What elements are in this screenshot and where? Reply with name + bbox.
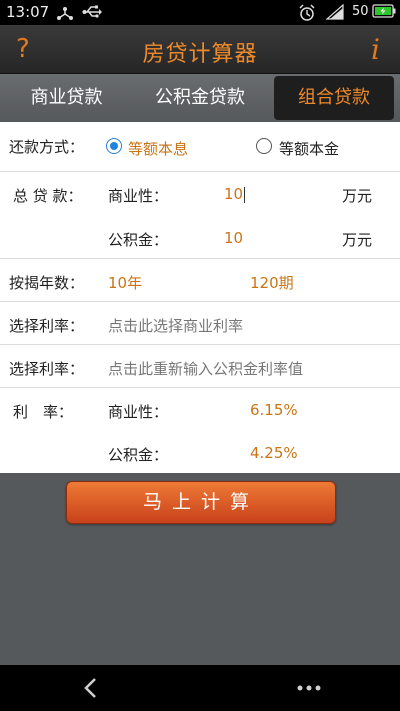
tab-fund-loan[interactable]: 公积金贷款 <box>133 74 267 122</box>
rate-fund-value: 4.25% <box>250 444 298 462</box>
fund-amount-input[interactable]: 10 <box>224 229 243 247</box>
more-options-icon[interactable] <box>296 684 322 692</box>
years-label: 按揭年数： <box>9 274 85 292</box>
repay-method-label: 还款方式： <box>9 138 85 156</box>
tab-commercial-loan[interactable]: 商业贷款 <box>0 74 133 122</box>
periods-value: 120期 <box>250 274 294 292</box>
rate-label: 利 率： <box>13 403 74 421</box>
rate-commercial-label: 商业性： <box>108 403 169 421</box>
commercial-amount-input[interactable]: 10 <box>224 185 246 203</box>
rate-input-label: 选择利率： <box>9 360 85 378</box>
fund-unit: 万元 <box>342 231 373 249</box>
loan-form: 还款方式： 等额本息 等额本金 总 贷 款： 商业性： 10 万元 公积金： 1… <box>0 122 400 473</box>
rate-commercial-value: 6.15% <box>250 401 298 419</box>
navigation-bar <box>0 665 400 711</box>
text-cursor <box>244 186 246 203</box>
fund-rate-input[interactable]: 点击此重新输入公积金利率值 <box>108 358 303 379</box>
wifi-signal-icon <box>326 4 344 20</box>
alarm-icon <box>299 4 315 21</box>
divider <box>0 258 400 259</box>
radio-equal-principal-label: 等额本金 <box>279 140 340 158</box>
status-bar: 13:07 50 <box>0 0 400 25</box>
divider <box>0 171 400 172</box>
radio-checked-icon[interactable] <box>106 138 122 154</box>
network-share-icon <box>57 7 73 20</box>
back-icon[interactable] <box>82 677 100 699</box>
divider <box>0 387 400 388</box>
loan-type-tabs: 商业贷款 公积金贷款 组合贷款 <box>0 74 400 122</box>
commercial-amount-value: 10 <box>224 185 244 203</box>
tab-combined-loan[interactable]: 组合贷款 <box>274 76 394 120</box>
rate-fund-label: 公积金： <box>108 446 169 464</box>
title-bar: ? 房贷计算器 i <box>0 25 400 74</box>
rate-select-label: 选择利率： <box>9 317 85 335</box>
fund-amount-label: 公积金： <box>108 231 169 249</box>
battery-icon <box>372 4 396 18</box>
commercial-rate-select[interactable]: 点击此选择商业利率 <box>108 315 243 336</box>
status-time: 13:07 <box>6 3 50 21</box>
signal-label: 50 <box>352 4 369 19</box>
radio-equal-installment-label: 等额本息 <box>128 140 189 158</box>
page-title: 房贷计算器 <box>142 42 258 67</box>
years-value: 10年 <box>108 274 143 292</box>
total-loan-label: 总 贷 款： <box>13 187 83 205</box>
divider <box>0 344 400 345</box>
commercial-unit: 万元 <box>342 187 373 205</box>
info-button[interactable]: i <box>371 33 380 66</box>
commercial-amount-label: 商业性： <box>108 187 169 205</box>
radio-unchecked-icon[interactable] <box>256 138 272 154</box>
calculate-button[interactable]: 马上计算 <box>66 481 336 524</box>
divider <box>0 301 400 302</box>
usb-icon <box>82 5 102 18</box>
